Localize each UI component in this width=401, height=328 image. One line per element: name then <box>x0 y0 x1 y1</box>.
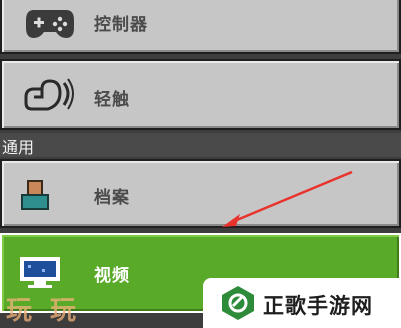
menu-item-label: 控制器 <box>94 15 148 35</box>
brand-logo-icon <box>222 286 254 320</box>
menu-item-label: 视频 <box>94 266 130 286</box>
touch-hand-icon <box>24 78 74 111</box>
section-header-general: 通用 <box>0 133 401 157</box>
menu-button-controller[interactable]: 控制器 <box>0 0 401 54</box>
menu-button-touch[interactable]: 轻触 <box>0 59 401 130</box>
menu-item-label: 档案 <box>94 188 130 208</box>
profile-icon <box>21 180 49 210</box>
gamepad-icon <box>26 10 74 38</box>
watermark-right-text: 正歌手游网 <box>263 294 373 318</box>
section-header-label: 通用 <box>2 138 35 157</box>
monitor-icon <box>20 257 60 288</box>
watermark-left: 玩玩 <box>6 296 95 326</box>
watermark-logo-badge: 正歌手游网 <box>203 278 401 328</box>
menu-item-label: 轻触 <box>94 90 130 110</box>
menu-button-profile[interactable]: 档案 <box>0 159 401 228</box>
